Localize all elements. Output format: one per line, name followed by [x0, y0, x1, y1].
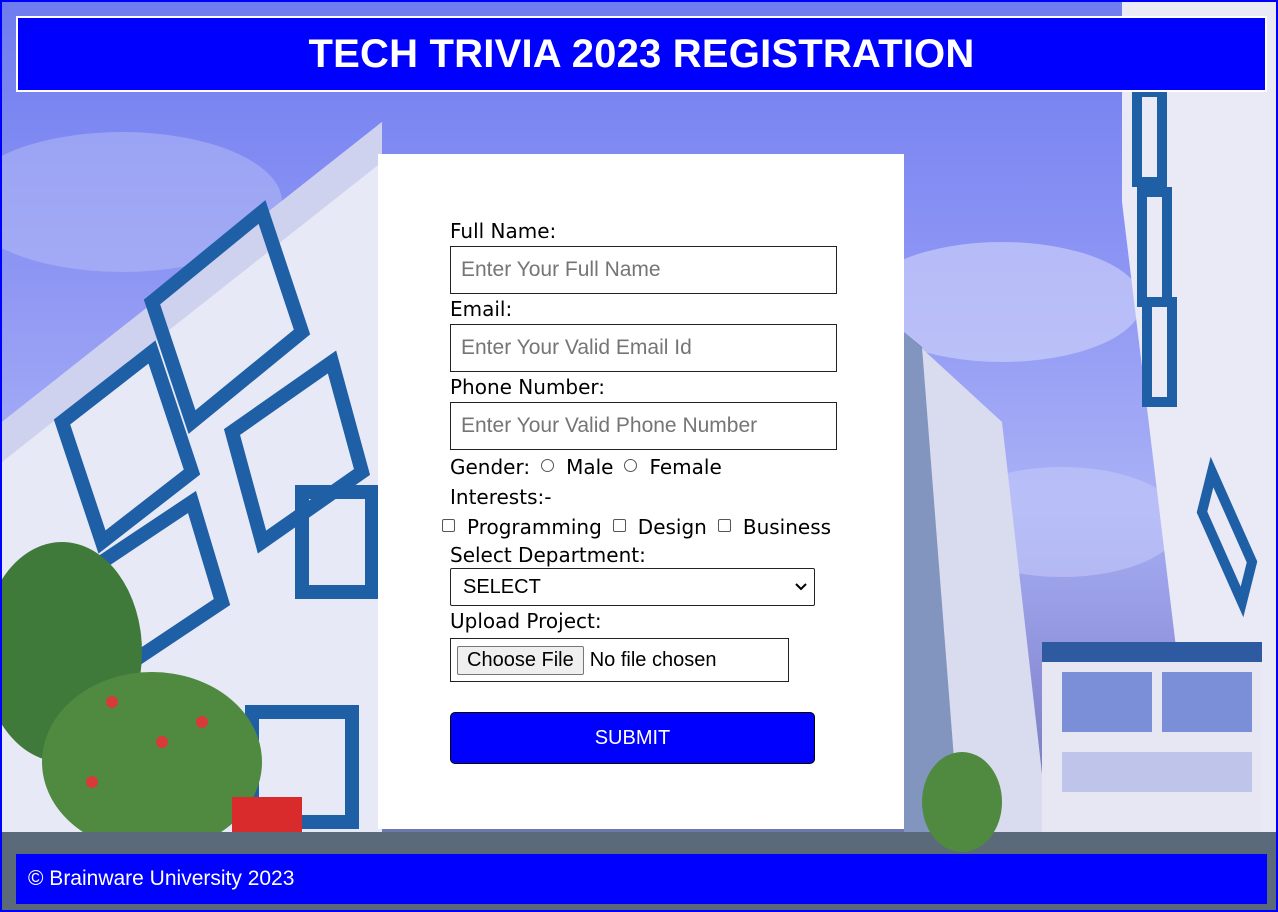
gender-female-label[interactable]: Female	[649, 453, 721, 481]
gender-row: Gender: Male Female	[450, 452, 850, 482]
phone-input[interactable]	[450, 402, 837, 450]
department-label: Select Department:	[450, 543, 646, 567]
gender-male-radio[interactable]	[541, 458, 555, 472]
department-selected-value: SELECT	[463, 575, 541, 598]
chevron-down-icon	[795, 583, 807, 591]
upload-label: Upload Project:	[450, 609, 602, 633]
project-file-input[interactable]: Choose File No file chosen	[450, 638, 789, 682]
interest-design-checkbox[interactable]	[612, 518, 626, 532]
interests-label: Interests:-	[450, 485, 552, 509]
gender-male-label[interactable]: Male	[566, 453, 613, 481]
choose-file-button[interactable]: Choose File	[457, 645, 584, 675]
full-name-input[interactable]	[450, 246, 837, 294]
interests-row: Programming Design Business	[442, 512, 850, 542]
interest-programming-checkbox[interactable]	[442, 518, 455, 532]
page-title: TECH TRIVIA 2023 REGISTRATION	[308, 31, 975, 76]
gender-label: Gender:	[450, 455, 531, 479]
footer-copyright: © Brainware University 2023	[28, 867, 295, 890]
gender-female-radio[interactable]	[624, 458, 638, 472]
file-status-text: No file chosen	[589, 648, 717, 671]
page-header: TECH TRIVIA 2023 REGISTRATION	[16, 16, 1267, 92]
interest-programming-label[interactable]: Programming	[467, 513, 602, 541]
email-input[interactable]	[450, 324, 837, 372]
interests-label-row: Interests:-	[450, 482, 850, 512]
interest-business-checkbox[interactable]	[717, 518, 731, 532]
interest-design-label[interactable]: Design	[638, 513, 707, 541]
interest-business-label[interactable]: Business	[743, 513, 831, 541]
department-select[interactable]: SELECT	[450, 568, 815, 606]
full-name-label: Full Name:	[450, 219, 557, 243]
phone-label: Phone Number:	[450, 375, 606, 399]
page-footer: © Brainware University 2023	[16, 854, 1267, 904]
email-label: Email:	[450, 297, 513, 321]
submit-button[interactable]: SUBMIT	[450, 712, 815, 764]
page: TECH TRIVIA 2023 REGISTRATION Full Name:…	[0, 0, 1278, 912]
registration-form: Full Name: Email: Phone Number: Gender: …	[442, 218, 850, 764]
registration-card: Full Name: Email: Phone Number: Gender: …	[378, 154, 904, 829]
